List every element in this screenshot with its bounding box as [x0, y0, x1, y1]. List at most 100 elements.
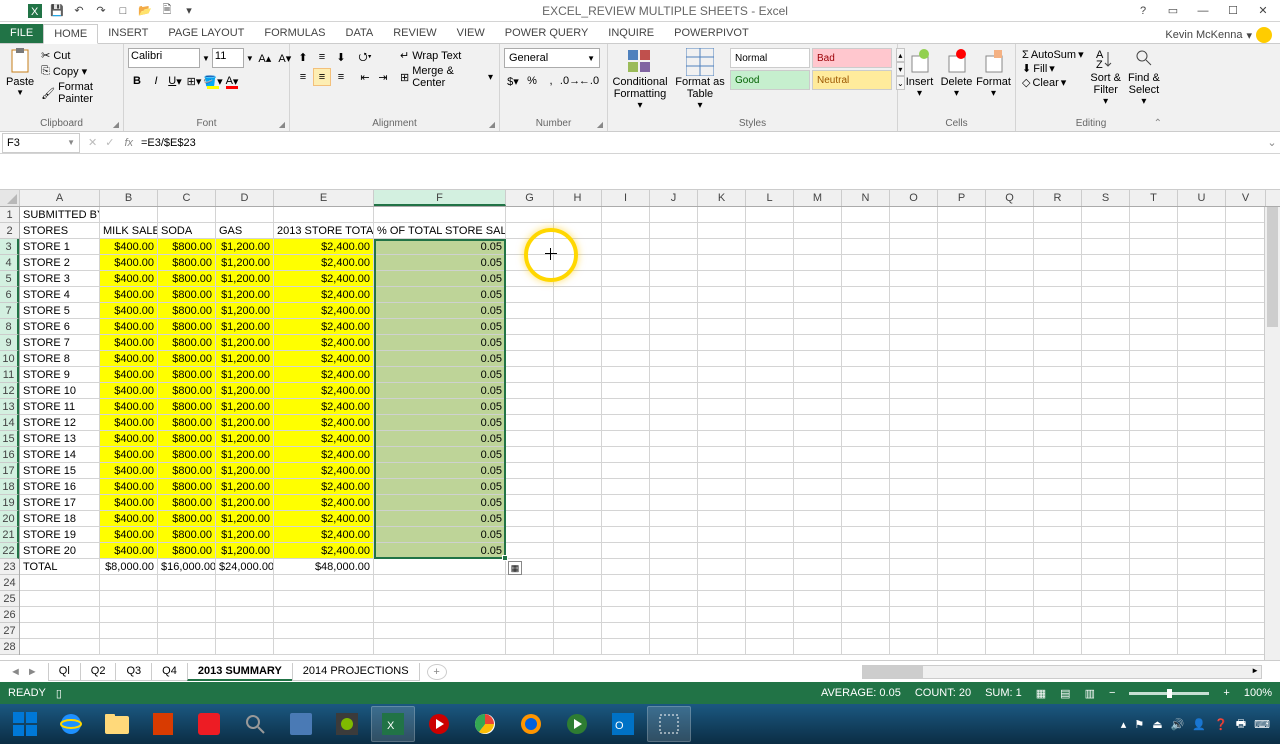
increase-indent-icon[interactable]: ⇥: [374, 68, 392, 86]
cell-L13[interactable]: [746, 399, 794, 415]
fill-button[interactable]: ⬇Fill ▾: [1020, 62, 1086, 75]
cell-N27[interactable]: [842, 623, 890, 639]
cell-J6[interactable]: [650, 287, 698, 303]
autofill-options-icon[interactable]: ▦: [508, 561, 522, 575]
cell-T8[interactable]: [1130, 319, 1178, 335]
cell-L21[interactable]: [746, 527, 794, 543]
cell-M23[interactable]: [794, 559, 842, 575]
cell-E24[interactable]: [274, 575, 374, 591]
cell-G3[interactable]: [506, 239, 554, 255]
cell-U23[interactable]: [1178, 559, 1226, 575]
cell-I27[interactable]: [602, 623, 650, 639]
cell-I1[interactable]: [602, 207, 650, 223]
border-button[interactable]: ⊞▾: [185, 72, 203, 90]
cell-B21[interactable]: $400.00: [100, 527, 158, 543]
cell-C4[interactable]: $800.00: [158, 255, 216, 271]
cell-U24[interactable]: [1178, 575, 1226, 591]
cell-T9[interactable]: [1130, 335, 1178, 351]
format-cells-button[interactable]: Format▾: [976, 48, 1011, 99]
cell-M14[interactable]: [794, 415, 842, 431]
cell-D3[interactable]: $1,200.00: [216, 239, 274, 255]
cell-C10[interactable]: $800.00: [158, 351, 216, 367]
cell-R1[interactable]: [1034, 207, 1082, 223]
cell-L1[interactable]: [746, 207, 794, 223]
tray-network-icon[interactable]: 👤: [1192, 718, 1206, 731]
style-good[interactable]: Good: [730, 70, 810, 90]
cell-E21[interactable]: $2,400.00: [274, 527, 374, 543]
cell-R16[interactable]: [1034, 447, 1082, 463]
tab-power-query[interactable]: POWER QUERY: [495, 24, 599, 43]
col-header-O[interactable]: O: [890, 190, 938, 206]
cell-T19[interactable]: [1130, 495, 1178, 511]
print-preview-icon[interactable]: 🗎: [160, 4, 174, 18]
cell-P4[interactable]: [938, 255, 986, 271]
cell-F22[interactable]: 0.05: [374, 543, 506, 559]
cell-O7[interactable]: [890, 303, 938, 319]
tab-view[interactable]: VIEW: [447, 24, 495, 43]
cell-B11[interactable]: $400.00: [100, 367, 158, 383]
cell-N17[interactable]: [842, 463, 890, 479]
cell-E14[interactable]: $2,400.00: [274, 415, 374, 431]
cell-N20[interactable]: [842, 511, 890, 527]
cell-C5[interactable]: $800.00: [158, 271, 216, 287]
row-header-2[interactable]: 2: [0, 223, 19, 239]
excel-icon[interactable]: X: [28, 4, 42, 18]
cell-N26[interactable]: [842, 607, 890, 623]
cell-I22[interactable]: [602, 543, 650, 559]
cell-P28[interactable]: [938, 639, 986, 655]
cell-D18[interactable]: $1,200.00: [216, 479, 274, 495]
zoom-in-icon[interactable]: +: [1223, 687, 1229, 699]
cell-K21[interactable]: [698, 527, 746, 543]
cell-O9[interactable]: [890, 335, 938, 351]
close-icon[interactable]: ✕: [1254, 4, 1272, 18]
tray-help-icon[interactable]: ❓: [1214, 718, 1228, 731]
cell-N21[interactable]: [842, 527, 890, 543]
cell-I5[interactable]: [602, 271, 650, 287]
cell-H14[interactable]: [554, 415, 602, 431]
cell-B24[interactable]: [100, 575, 158, 591]
maximize-icon[interactable]: ☐: [1224, 4, 1242, 18]
cell-H1[interactable]: [554, 207, 602, 223]
cell-L5[interactable]: [746, 271, 794, 287]
cell-L23[interactable]: [746, 559, 794, 575]
cell-F1[interactable]: [374, 207, 506, 223]
tray-volume-icon[interactable]: 🔊: [1171, 718, 1185, 731]
cell-E27[interactable]: [274, 623, 374, 639]
cell-H28[interactable]: [554, 639, 602, 655]
format-painter-button[interactable]: 🖌Format Painter: [38, 80, 119, 106]
col-header-V[interactable]: V: [1226, 190, 1266, 206]
cell-Q24[interactable]: [986, 575, 1034, 591]
row-header-6[interactable]: 6: [0, 287, 19, 303]
cell-J13[interactable]: [650, 399, 698, 415]
cell-S5[interactable]: [1082, 271, 1130, 287]
cell-U10[interactable]: [1178, 351, 1226, 367]
cell-B27[interactable]: [100, 623, 158, 639]
cell-J16[interactable]: [650, 447, 698, 463]
cell-D17[interactable]: $1,200.00: [216, 463, 274, 479]
col-header-R[interactable]: R: [1034, 190, 1082, 206]
cell-P22[interactable]: [938, 543, 986, 559]
cell-Q21[interactable]: [986, 527, 1034, 543]
cell-R25[interactable]: [1034, 591, 1082, 607]
cell-U21[interactable]: [1178, 527, 1226, 543]
cell-A19[interactable]: STORE 17: [20, 495, 100, 511]
cell-H20[interactable]: [554, 511, 602, 527]
col-header-E[interactable]: E: [274, 190, 374, 206]
cell-F9[interactable]: 0.05: [374, 335, 506, 351]
col-header-L[interactable]: L: [746, 190, 794, 206]
cell-Q27[interactable]: [986, 623, 1034, 639]
cell-O25[interactable]: [890, 591, 938, 607]
cell-L16[interactable]: [746, 447, 794, 463]
cell-U12[interactable]: [1178, 383, 1226, 399]
cell-A21[interactable]: STORE 19: [20, 527, 100, 543]
cell-D20[interactable]: $1,200.00: [216, 511, 274, 527]
cell-F23[interactable]: [374, 559, 506, 575]
cell-A5[interactable]: STORE 3: [20, 271, 100, 287]
cell-G7[interactable]: [506, 303, 554, 319]
cell-G20[interactable]: [506, 511, 554, 527]
cell-H6[interactable]: [554, 287, 602, 303]
cell-H10[interactable]: [554, 351, 602, 367]
cell-L22[interactable]: [746, 543, 794, 559]
cell-G13[interactable]: [506, 399, 554, 415]
cell-A12[interactable]: STORE 10: [20, 383, 100, 399]
